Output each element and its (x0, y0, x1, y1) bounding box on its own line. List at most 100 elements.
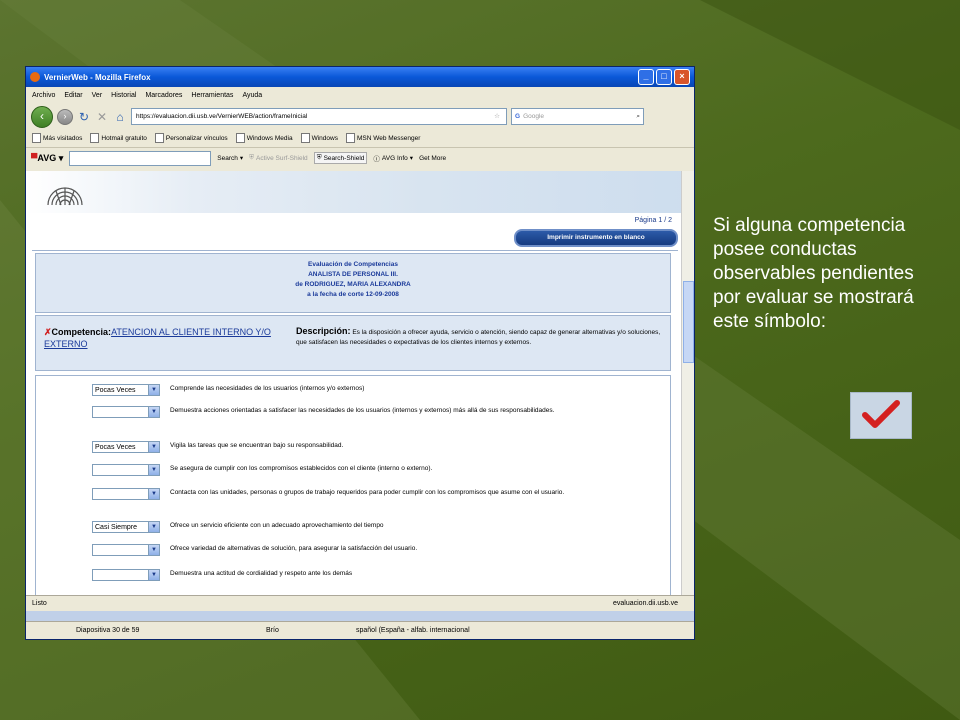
vertical-scrollbar[interactable] (681, 171, 694, 595)
menu-marcadores[interactable]: Marcadores (145, 92, 182, 99)
page-content: Página 1 / 2 Imprimir instrumento en bla… (26, 171, 694, 595)
avg-search-button[interactable]: Search ▾ (217, 154, 243, 163)
navigation-toolbar: ‹ › ↻ ✕ ⌂ https://evaluacion.dii.usb.ve/… (26, 104, 694, 129)
google-icon: G (515, 113, 521, 120)
bookmark-item[interactable]: Windows Media (235, 133, 293, 143)
address-bar[interactable]: https://evaluacion.dii.usb.ve/VernierWEB… (131, 108, 507, 125)
checkmark-icon (850, 392, 912, 439)
list-item: Pocas Veces ▼ Comprende las necesidades d… (92, 384, 652, 396)
menu-ayuda[interactable]: Ayuda (242, 92, 262, 99)
chevron-down-icon: ▼ (148, 570, 159, 580)
search-box[interactable]: G Google ⌕ (511, 108, 644, 125)
behavior-text: Comprende las necesidades de los usuario… (170, 385, 365, 392)
menu-ver[interactable]: Ver (92, 92, 103, 99)
bookmark-label: MSN Web Messenger (356, 134, 421, 142)
list-item: ▼ Ofrece variedad de alternativas de sol… (92, 544, 652, 556)
frequency-select[interactable]: ▼ (92, 406, 160, 418)
frequency-select[interactable]: Pocas Veces ▼ (92, 441, 160, 453)
evaluation-header: Evaluación de Competencias ANALISTA DE P… (35, 253, 671, 313)
menu-editar[interactable]: Editar (64, 92, 82, 99)
descripcion-text: Es la disposición a ofrecer ayuda, servi… (296, 329, 661, 346)
bookmark-label: Windows Media (246, 134, 293, 142)
stop-icon[interactable]: ✕ (95, 110, 109, 124)
bookmark-item[interactable]: Más visitados (32, 133, 82, 143)
chevron-down-icon: ▼ (148, 385, 159, 395)
behavior-text: Se asegura de cumplir con los compromiso… (170, 465, 433, 472)
taskbar-strip (26, 611, 694, 621)
url-text: https://evaluacion.dii.usb.ve/VernierWEB… (136, 113, 308, 120)
active-surf-label: Active Surf-Shield (256, 154, 308, 162)
page-banner (26, 171, 694, 213)
menu-archivo[interactable]: Archivo (32, 92, 55, 99)
powerpoint-status-bar: Diapositiva 30 de 59 Brío spañol (España… (26, 621, 694, 639)
home-icon[interactable]: ⌂ (113, 110, 127, 124)
browser-window: VernierWeb - Mozilla Firefox _ □ × Archi… (25, 66, 695, 640)
chevron-down-icon: ▼ (148, 545, 159, 555)
chevron-down-icon: ▼ (148, 442, 159, 452)
slide-caption: Si alguna competencia posee conductas ob… (713, 215, 914, 332)
bookmark-item[interactable]: Hotmail gratuito (90, 133, 147, 143)
minimize-button[interactable]: _ (638, 69, 654, 85)
avg-logo[interactable]: ▀AVG ▾ (31, 153, 63, 164)
avg-search-input[interactable] (69, 150, 212, 166)
bookmark-item[interactable]: MSN Web Messenger (345, 133, 421, 143)
bookmark-item[interactable]: Personalizar vínculos (154, 133, 228, 143)
header-line: de RODRIGUEZ, MARIA ALEXANDRA (295, 281, 411, 288)
header-line: a la fecha de corte 12-09-2008 (307, 291, 399, 298)
behavior-text: Ofrece variedad de alternativas de soluc… (170, 545, 418, 552)
get-more-button[interactable]: Get More (419, 155, 446, 162)
design-name: Brío (266, 627, 279, 634)
list-item: Pocas Veces ▼ Vigila las tareas que se en… (92, 441, 652, 453)
menu-bar: Archivo Editar Ver Historial Marcadores … (26, 87, 694, 104)
pending-x-icon: ✗ (44, 327, 52, 337)
frequency-select[interactable]: ▼ (92, 464, 160, 476)
page-icon (345, 133, 355, 143)
behaviors-list: Pocas Veces ▼ Comprende las necesidades d… (35, 375, 671, 595)
descripcion-section: Descripción: Es la disposición a ofrecer… (296, 326, 668, 348)
slide-counter: Diapositiva 30 de 59 (76, 627, 140, 634)
avg-toolbar: ▀AVG ▾ Search ▾ ⛨ Active Surf-Shield ⛨ Sea… (26, 147, 694, 168)
print-instrument-button[interactable]: Imprimir instrumento en blanco (514, 229, 678, 247)
info-icon: ⓘ (373, 156, 380, 163)
competencia-box: ✗Competencia:ATENCION AL CLIENTE INTERNO… (35, 315, 671, 371)
bookmark-star-icon[interactable]: ☆ (494, 109, 500, 124)
maximize-button[interactable]: □ (656, 69, 672, 85)
chevron-down-icon: ▼ (148, 522, 159, 532)
avg-logo-text: AVG (37, 152, 57, 163)
frequency-select[interactable]: ▼ (92, 488, 160, 500)
search-shield-label: Search-Shield (323, 154, 365, 162)
back-button[interactable]: ‹ (31, 105, 53, 128)
list-item: ▼ Demuestra acciones orientadas a satisf… (92, 406, 652, 418)
frequency-select[interactable]: Casi Siempre ▼ (92, 521, 160, 533)
active-surf-shield-button[interactable]: ⛨ Active Surf-Shield (249, 154, 308, 162)
status-text: Listo (32, 600, 47, 607)
menu-herramientas[interactable]: Herramientas (191, 92, 233, 99)
behavior-text: Ofrece un servicio eficiente con un adec… (170, 522, 384, 529)
chevron-down-icon: ▼ (148, 489, 159, 499)
frequency-select[interactable]: Pocas Veces ▼ (92, 384, 160, 396)
menu-historial[interactable]: Historial (111, 92, 136, 99)
page-icon (154, 133, 164, 143)
select-value: Pocas Veces (95, 387, 136, 394)
divider (32, 250, 678, 251)
reload-icon[interactable]: ↻ (77, 110, 91, 124)
forward-button[interactable]: › (57, 108, 73, 125)
competencia-label: Competencia: (51, 327, 112, 337)
window-title: VernierWeb - Mozilla Firefox (44, 72, 151, 82)
search-shield-button[interactable]: ⛨ Search-Shield (313, 152, 368, 164)
behavior-text: Contacta con las unidades, personas o gr… (170, 489, 565, 496)
status-domain: evaluacion.dii.usb.ve (613, 600, 678, 607)
bookmark-label: Hotmail gratuito (101, 134, 147, 142)
language-status: spañol (España - alfab. internacional (356, 627, 470, 634)
bookmark-item[interactable]: Windows (300, 133, 338, 143)
bookmarks-bar: Más visitados Hotmail gratuito Personali… (26, 129, 694, 147)
shield-icon: ⛨ (249, 154, 255, 161)
frequency-select[interactable]: ▼ (92, 544, 160, 556)
scrollbar-thumb[interactable] (683, 281, 694, 363)
frequency-select[interactable]: ▼ (92, 569, 160, 581)
bookmark-label: Más visitados (43, 134, 83, 142)
page-icon (235, 133, 245, 143)
avg-info-button[interactable]: ⓘ AVG Info ▾ (373, 153, 413, 164)
search-icon[interactable]: ⌕ (636, 109, 640, 124)
close-button[interactable]: × (674, 69, 690, 85)
